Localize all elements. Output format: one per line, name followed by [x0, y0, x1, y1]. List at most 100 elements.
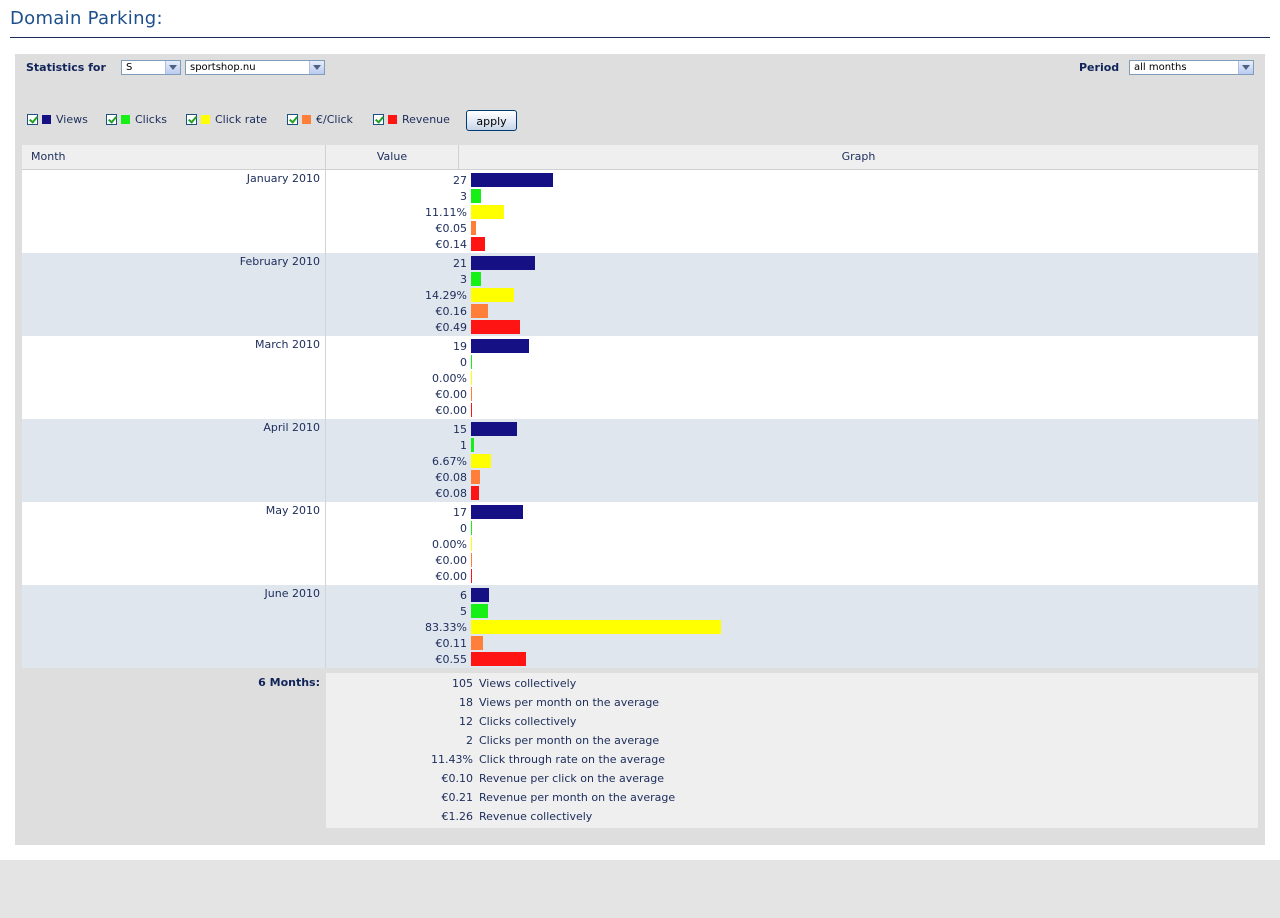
- legend-item-0[interactable]: Views: [27, 112, 88, 126]
- metric-bar: [471, 553, 472, 567]
- metric-value: 11.11%: [425, 206, 467, 219]
- summary-value: €1.26: [441, 810, 474, 823]
- metric-value: €0.00: [435, 404, 468, 417]
- metric-bar: [471, 604, 488, 618]
- metric-value: €0.00: [435, 388, 468, 401]
- metric-value: 6.67%: [432, 455, 467, 468]
- metric-bar: [471, 304, 488, 318]
- metric-click-rate: 83.33%: [326, 619, 1258, 635]
- metric-bar: [471, 339, 529, 353]
- summary-text: Views collectively: [479, 677, 577, 690]
- metric-revenue: €0.00: [326, 568, 1258, 584]
- chevron-down-icon[interactable]: [309, 61, 324, 74]
- color-swatch: [388, 114, 397, 124]
- table-row: May 2010 17 0 0.00% €0.00 €0.00: [22, 502, 1258, 585]
- period-select[interactable]: all months: [1129, 60, 1254, 75]
- summary-text: Click through rate on the average: [479, 753, 666, 766]
- color-swatch: [121, 114, 130, 124]
- metric-value: 0: [460, 356, 467, 369]
- metric-bar: [471, 205, 504, 219]
- legend-item-4[interactable]: Revenue: [373, 112, 450, 126]
- metric-bar: [471, 636, 483, 650]
- metric-value: 27: [453, 174, 467, 187]
- metric-value: 0.00%: [432, 538, 467, 551]
- metric-value: 3: [460, 190, 467, 203]
- metric-value: €0.08: [435, 487, 468, 500]
- legend-label: Revenue: [402, 112, 450, 126]
- metric-bar: [471, 288, 514, 302]
- metric-views: 6: [326, 587, 1258, 603]
- metric-value: €0.00: [435, 554, 468, 567]
- summary-text: Clicks collectively: [479, 715, 577, 728]
- summary-line: 105 Views collectively: [326, 673, 1258, 692]
- legend-item-2[interactable]: Click rate: [186, 112, 267, 126]
- metric-bar: [471, 221, 476, 235]
- metric-revenue: €0.00: [326, 402, 1258, 418]
- metric-value: 21: [453, 257, 467, 270]
- summary-line: 18 Views per month on the average: [326, 692, 1258, 711]
- metric-views: 15: [326, 421, 1258, 437]
- metric-per-click: €0.08: [326, 469, 1258, 485]
- summary-line: €0.21 Revenue per month on the average: [326, 787, 1258, 806]
- chevron-down-icon[interactable]: [165, 61, 180, 74]
- metric-value: 15: [453, 423, 467, 436]
- metric-bar: [471, 505, 523, 519]
- metric-bar: [471, 486, 479, 500]
- metric-click-rate: 11.11%: [326, 204, 1258, 220]
- metric-revenue: €0.55: [326, 651, 1258, 667]
- metric-clicks: 5: [326, 603, 1258, 619]
- metric-value: 3: [460, 273, 467, 286]
- table-row: January 2010 27 3 11.11% €0.05 €0.14: [22, 170, 1258, 253]
- summary-section: 6 Months: 105 Views collectively 18 Views p…: [22, 673, 1258, 828]
- checkbox[interactable]: [106, 113, 117, 125]
- metric-bar: [471, 652, 526, 666]
- domain-select[interactable]: sportshop.nu: [185, 60, 325, 75]
- metric-value: €0.49: [435, 321, 468, 334]
- metric-per-click: €0.00: [326, 552, 1258, 568]
- legend-label: Clicks: [135, 112, 167, 126]
- legend-item-3[interactable]: €/Click: [287, 112, 353, 126]
- apply-button[interactable]: apply: [466, 110, 517, 131]
- metric-value: 5: [460, 605, 467, 618]
- summary-line: 2 Clicks per month on the average: [326, 730, 1258, 749]
- metric-bar: [471, 173, 553, 187]
- metric-click-rate: 6.67%: [326, 453, 1258, 469]
- metric-clicks: 1: [326, 437, 1258, 453]
- month-cell: January 2010: [246, 172, 320, 185]
- summary-line: 12 Clicks collectively: [326, 711, 1258, 730]
- table-row: February 2010 21 3 14.29% €0.16 €0.49: [22, 253, 1258, 336]
- checkbox[interactable]: [287, 113, 298, 125]
- metric-value: €0.08: [435, 471, 468, 484]
- checkbox[interactable]: [27, 113, 38, 125]
- table-row: June 2010 6 5 83.33% €0.11 €0.55: [22, 585, 1258, 668]
- checkbox[interactable]: [186, 113, 197, 125]
- summary-text: Revenue per month on the average: [479, 791, 676, 804]
- metric-per-click: €0.16: [326, 303, 1258, 319]
- metric-bar: [471, 569, 472, 583]
- legend-label: Click rate: [215, 112, 268, 126]
- metric-bar: [471, 470, 480, 484]
- metric-bar: [471, 256, 535, 270]
- metric-bar: [471, 387, 472, 401]
- metric-value: 6: [460, 589, 467, 602]
- summary-value: €0.21: [441, 791, 474, 804]
- metric-bar: [471, 237, 485, 251]
- metric-bar: [471, 537, 472, 551]
- metric-value: €0.11: [435, 637, 468, 650]
- chevron-down-icon[interactable]: [1238, 61, 1253, 74]
- summary-text: Clicks per month on the average: [479, 734, 660, 747]
- domain-select-value: sportshop.nu: [190, 62, 256, 73]
- type-select[interactable]: S: [121, 60, 181, 75]
- color-swatch: [302, 114, 311, 124]
- summary-text: Views per month on the average: [479, 696, 660, 709]
- checkbox[interactable]: [373, 113, 384, 125]
- summary-box: 105 Views collectively 18 Views per month o…: [326, 673, 1258, 828]
- table-row: March 2010 19 0 0.00% €0.00 €0.00: [22, 336, 1258, 419]
- metric-revenue: €0.14: [326, 236, 1258, 252]
- summary-line: 11.43% Click through rate on the average: [326, 749, 1258, 768]
- metric-value: 0: [460, 522, 467, 535]
- metric-value: €0.05: [435, 222, 468, 235]
- legend-item-1[interactable]: Clicks: [106, 112, 167, 126]
- statistics-table: Month Value Graph January 2010 27 3 11.11% €…: [22, 145, 1258, 668]
- metric-views: 17: [326, 504, 1258, 520]
